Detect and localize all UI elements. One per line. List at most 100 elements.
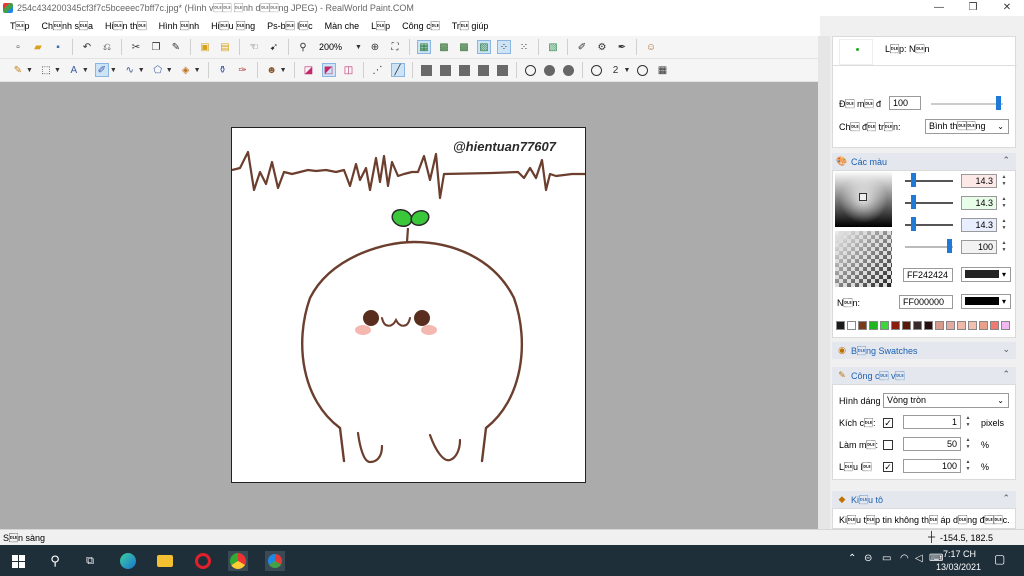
square-brush-icon[interactable] [477,64,489,76]
antialias-off-icon[interactable]: ⋰ [371,63,385,77]
hand-icon[interactable]: ☜ [247,40,261,54]
circle-filled-icon[interactable] [562,64,574,76]
square-brush-icon[interactable] [496,64,508,76]
cut-icon[interactable]: ✂ [129,40,143,54]
copy-icon[interactable]: ❐ [149,40,163,54]
colors-header[interactable]: 🎨 Các màu ⌃ [832,153,1016,170]
alpha-value[interactable]: 100 [961,240,997,254]
task-view-icon[interactable]: ⧉ [80,551,100,571]
pointer-icon[interactable]: ➹ [267,40,281,54]
maximize-button[interactable]: ❒ [956,0,990,16]
tray-battery-icon[interactable]: ▭ [882,553,891,564]
fill-header[interactable]: ◆ Kiu tô ⌃ [832,491,1016,508]
alpha-slider[interactable] [905,246,953,248]
crop-marks-icon[interactable]: ⁙ [517,40,531,54]
red-slider-thumb[interactable] [911,173,916,187]
menu-view[interactable]: Hin th [99,21,153,31]
redo-icon[interactable]: ⎌ [100,40,114,54]
tray-volume-icon[interactable]: ◁ [915,553,923,564]
vertical-scrollbar[interactable] [818,36,830,529]
circle-outline-icon[interactable] [524,64,536,76]
grid-icon[interactable]: ▩ [437,40,451,54]
close-button[interactable]: ✕ [990,0,1024,16]
green-slider-thumb[interactable] [911,195,916,209]
chevron-down-icon[interactable]: ▼ [194,67,201,74]
notification-icon[interactable]: ▢ [994,552,1005,566]
opacity-slider-thumb[interactable] [996,96,1001,110]
chevron-down-icon[interactable]: ▼ [138,67,145,74]
background-color-select[interactable]: ▾ [961,294,1011,309]
green-value[interactable]: 14.3 [961,196,997,210]
mode-normal-icon[interactable]: ◪ [302,63,316,77]
user-icon[interactable]: ☺ [644,40,658,54]
picture-icon[interactable]: ▧ [546,40,560,54]
circle-filled-icon[interactable] [543,64,555,76]
palette-swatch[interactable] [858,321,867,330]
menu-edit[interactable]: Chnh sa [36,21,100,31]
image-view-icon[interactable]: ▨ [476,40,491,54]
taskbar-date[interactable]: 13/03/2021 [936,562,981,572]
palette-swatch[interactable] [880,321,889,330]
palette-swatch[interactable] [946,321,955,330]
chevron-down-icon[interactable]: ▼ [355,44,362,51]
file-explorer-icon[interactable] [155,551,175,571]
primary-color-select[interactable]: ▾ [961,267,1011,282]
chevron-down-icon[interactable]: ▼ [54,67,61,74]
selection-marquee-icon[interactable]: ⁘ [496,40,511,54]
expand-icon[interactable]: ⌄ [1002,344,1010,355]
clone-tool-icon[interactable]: ☻ [265,63,279,77]
palette-swatch[interactable] [924,321,933,330]
blue-slider-thumb[interactable] [911,217,916,231]
layer-thumbnail[interactable] [839,39,873,65]
color-wheel-picker[interactable] [835,171,892,227]
fit-window-icon[interactable]: ⛶ [388,40,402,54]
new-file-icon[interactable]: ▫ [11,40,25,54]
background-hex-input[interactable]: FF000000 [899,295,953,309]
chevron-down-icon[interactable]: ▼ [624,67,631,74]
circle-outline-icon[interactable] [637,64,649,76]
smoothing-spinner[interactable]: ▲ ▼ [963,437,973,451]
shape-tool-icon[interactable]: ⬠ [151,63,165,77]
chevron-down-icon[interactable]: ▼ [82,67,89,74]
tray-chevron-up-icon[interactable]: ⌃ [848,553,856,564]
stamp-icon[interactable]: ⚙ [595,40,609,54]
smoothing-input[interactable]: 50 [903,437,961,451]
menu-image[interactable]: Hình nh [153,21,206,31]
canvas-area[interactable]: @hientuan77607 [0,82,820,529]
square-brush-icon[interactable] [458,64,470,76]
square-brush-icon[interactable] [439,64,451,76]
palette-swatch[interactable] [869,321,878,330]
square-brush-icon[interactable] [420,64,432,76]
menu-tools[interactable]: Công c [396,21,446,31]
text-tool-icon[interactable]: A [67,63,81,77]
palette-swatch[interactable] [891,321,900,330]
menu-filters[interactable]: Ps-b lc [261,21,319,31]
smoothing-checkbox[interactable] [883,440,893,450]
palette-swatch[interactable] [990,321,999,330]
menu-mask[interactable]: Màn che [319,21,366,31]
menu-file[interactable]: Tp [4,21,36,31]
opacity-slider-track[interactable] [931,103,1003,105]
layer-name[interactable]: Lp: Nn [885,44,930,54]
circle-outline-icon[interactable] [590,64,602,76]
chevron-down-icon[interactable]: ▼ [166,67,173,74]
size-checkbox[interactable]: ✓ [883,418,893,428]
open-folder-icon[interactable]: ▰ [31,40,45,54]
alpha-slider-thumb[interactable] [947,239,952,253]
palette-swatch[interactable] [968,321,977,330]
shape-select[interactable]: Vòng tròn ⌄ [883,393,1009,408]
menu-help[interactable]: Tr giúp [446,21,495,31]
mode-subtract-icon[interactable]: ◫ [342,63,356,77]
red-value[interactable]: 14.3 [961,174,997,188]
palette-swatch[interactable] [902,321,911,330]
blue-spinner[interactable]: ▲ ▼ [999,218,1009,232]
paste-new-icon[interactable]: ▤ [218,40,232,54]
curve-tool-icon[interactable]: ∿ [123,63,137,77]
eyedropper-icon[interactable]: ✑ [236,63,250,77]
image-canvas[interactable]: @hientuan77607 [231,127,586,483]
chevron-down-icon[interactable]: ▼ [280,67,287,74]
size-spinner[interactable]: ▲ ▼ [963,415,973,429]
collapse-icon[interactable]: ⌃ [1002,155,1010,166]
chevron-down-icon[interactable]: ▼ [26,67,33,74]
palette-swatch[interactable] [836,321,845,330]
